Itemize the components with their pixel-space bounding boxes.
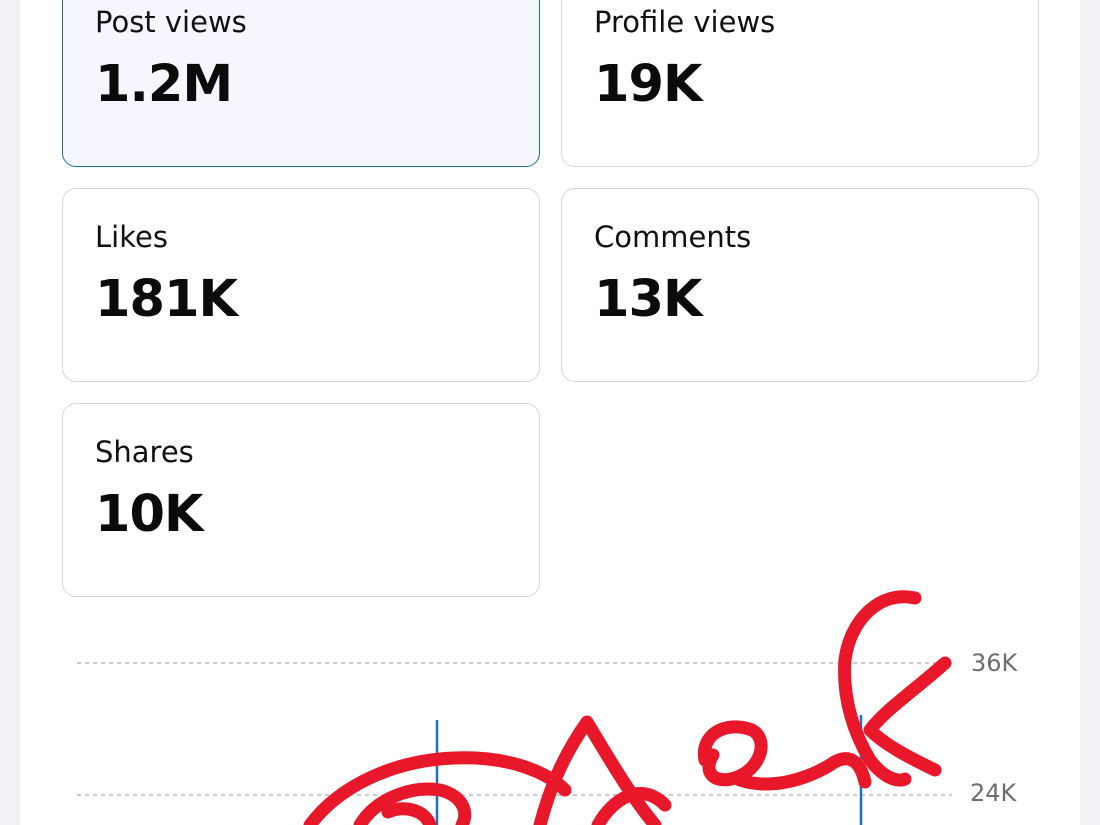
profile-views-card[interactable]: Profile views 19K [561,0,1039,167]
post-views-value: 1.2M [95,55,233,114]
post-views-label: Post views [95,5,247,39]
profile-views-label: Profile views [594,5,776,39]
shares-label: Shares [95,435,194,469]
shares-value: 10K [95,485,203,544]
comments-card[interactable]: Comments 13K [561,188,1039,382]
shares-card[interactable]: Shares 10K [62,403,540,597]
post-views-card[interactable]: Post views 1.2M [62,0,540,167]
likes-value: 181K [95,270,238,329]
profile-views-value: 19K [594,55,702,114]
likes-card[interactable]: Likes 181K [62,188,540,382]
likes-label: Likes [95,220,168,254]
comments-label: Comments [594,220,752,254]
comments-value: 13K [594,270,702,329]
